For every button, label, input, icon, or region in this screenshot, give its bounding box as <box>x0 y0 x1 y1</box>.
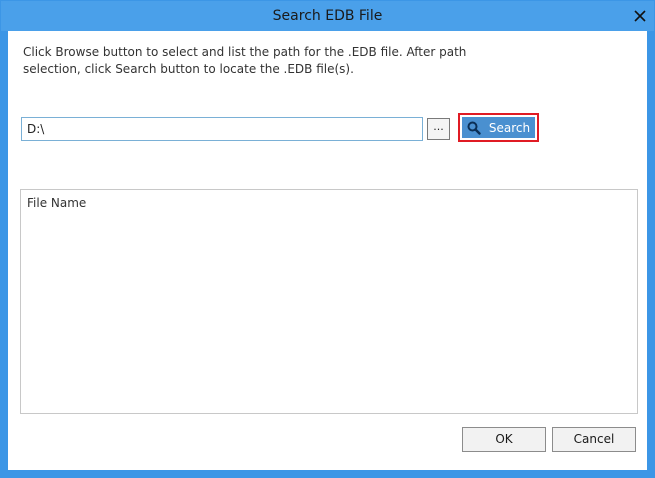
search-edb-dialog: Search EDB File Click Browse button to s… <box>0 0 655 478</box>
ok-button[interactable]: OK <box>462 427 546 452</box>
results-list[interactable]: File Name <box>20 189 638 414</box>
cancel-button[interactable]: Cancel <box>552 427 636 452</box>
path-input[interactable] <box>21 117 423 141</box>
search-button-label: Search <box>488 120 531 135</box>
close-button[interactable] <box>632 8 648 24</box>
close-icon <box>634 10 646 22</box>
window-title: Search EDB File <box>272 8 383 24</box>
search-icon <box>467 121 481 135</box>
column-header-file-name: File Name <box>27 196 87 210</box>
search-button-highlight: Search <box>458 113 539 142</box>
search-button[interactable]: Search <box>462 117 535 138</box>
title-bar[interactable]: Search EDB File <box>1 1 654 31</box>
dialog-body: Click Browse button to select and list t… <box>8 31 647 470</box>
instructions-text: Click Browse button to select and list t… <box>23 45 467 76</box>
browse-button[interactable]: ... <box>427 118 450 140</box>
